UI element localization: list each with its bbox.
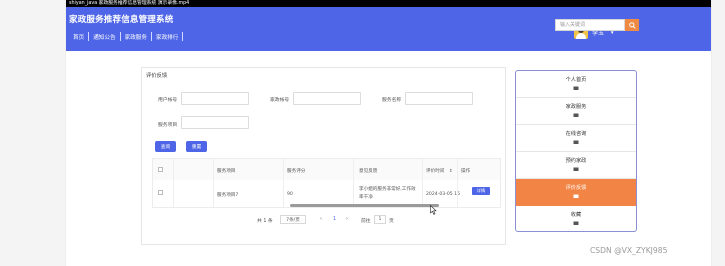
nav-menu: 首页 通知公告 家政服务 家政排行 bbox=[69, 32, 184, 41]
page-suffix: 页 bbox=[389, 219, 394, 224]
column-header: 服务评分 bbox=[287, 169, 306, 174]
user-account-input[interactable] bbox=[181, 92, 249, 105]
side-item-label: 预约家政 bbox=[565, 158, 587, 164]
cell-score: 90 bbox=[287, 192, 293, 197]
column-divider bbox=[353, 159, 354, 207]
domestic-account-input[interactable] bbox=[293, 92, 361, 105]
nav-ranking[interactable]: 家政排行 bbox=[152, 33, 182, 41]
column-divider bbox=[213, 159, 214, 207]
cell-service-item: 服务项目7 bbox=[217, 193, 239, 198]
evaluation-panel: 评价反馈 用户帐号 家政帐号 服务名称 服务项目 查询 重置 服务项目 服务评分… bbox=[141, 67, 506, 245]
mouse-cursor-icon bbox=[430, 205, 437, 215]
goto-label: 前往 bbox=[361, 219, 371, 224]
search-input[interactable]: 输入关键词 bbox=[555, 19, 625, 31]
select-all-checkbox[interactable] bbox=[158, 167, 163, 172]
side-item-booking[interactable]: 预约家政 bbox=[516, 152, 636, 179]
feedback-table: 服务项目 服务评分 意见反馈 评价时间 ⇕ 操作 服务项目7 90 李小姐的服务… bbox=[152, 158, 501, 208]
side-item-label: 评价反馈 bbox=[565, 185, 587, 191]
side-item-label: 家政服务 bbox=[565, 104, 587, 110]
detail-button[interactable]: 详情 bbox=[472, 187, 490, 195]
next-page-button[interactable]: › bbox=[346, 217, 348, 222]
side-item-label: 个人首页 bbox=[565, 77, 587, 83]
nav-notice[interactable]: 通知公告 bbox=[89, 33, 119, 41]
goto-page-input[interactable]: 1 bbox=[374, 215, 386, 224]
service-icon bbox=[573, 113, 579, 117]
side-item-domestic-service[interactable]: 家政服务 bbox=[516, 98, 636, 125]
current-page[interactable]: 1 bbox=[333, 217, 336, 222]
reset-button[interactable]: 重置 bbox=[186, 141, 207, 152]
nav-domestic-service[interactable]: 家政服务 bbox=[121, 33, 151, 41]
system-title: 家政服务推荐信息管理系统 bbox=[69, 15, 174, 25]
cell-feedback-line1: 李小姐的服务非常好,工作效 bbox=[359, 187, 416, 192]
column-divider bbox=[173, 159, 174, 207]
column-divider bbox=[422, 159, 423, 207]
search-icon bbox=[628, 21, 636, 29]
cell-feedback-line2: 率干净 bbox=[359, 195, 373, 200]
nav-home[interactable]: 首页 bbox=[69, 33, 88, 41]
video-overlay-title: shiyan_java 家政服务推荐信息管理系统 演示录像.mp4 bbox=[66, 0, 711, 7]
prev-page-button[interactable]: ‹ bbox=[320, 217, 322, 222]
side-item-feedback[interactable]: 评价反馈 bbox=[516, 179, 636, 206]
sort-icon[interactable]: ⇕ bbox=[449, 168, 453, 173]
table-header-row: 服务项目 服务评分 意见反馈 评价时间 ⇕ 操作 bbox=[153, 159, 500, 181]
column-header: 服务项目 bbox=[217, 169, 236, 174]
column-divider bbox=[457, 159, 458, 207]
service-item-label: 服务项目 bbox=[158, 123, 178, 128]
user-account-label: 用户帐号 bbox=[158, 98, 178, 103]
service-item-input[interactable] bbox=[181, 116, 249, 129]
column-header: 操作 bbox=[461, 169, 471, 174]
page-size-select[interactable]: 7条/页 bbox=[280, 215, 306, 224]
service-name-label: 服务名称 bbox=[382, 98, 402, 103]
service-name-input[interactable] bbox=[405, 92, 473, 105]
search-button[interactable] bbox=[625, 19, 639, 31]
consult-icon bbox=[573, 140, 579, 144]
side-item-label: 收藏 bbox=[570, 212, 582, 218]
pagination-total: 共 1 条 bbox=[257, 219, 273, 224]
feedback-icon bbox=[573, 194, 579, 198]
side-item-personal-home[interactable]: 个人首页 bbox=[516, 71, 636, 98]
cell-time: 2024-03-05 15 bbox=[426, 192, 461, 197]
horizontal-scrollbar[interactable] bbox=[290, 204, 439, 207]
search-submit-button[interactable]: 查询 bbox=[155, 141, 176, 152]
nav-divider bbox=[182, 32, 184, 41]
column-divider bbox=[283, 159, 284, 207]
side-item-online-consult[interactable]: 在线咨询 bbox=[516, 125, 636, 152]
csdn-watermark: CSDN @VX_ZYKJ985 bbox=[590, 246, 668, 255]
booking-icon bbox=[573, 167, 579, 171]
side-item-favorites[interactable]: 收藏 bbox=[516, 206, 636, 231]
panel-title: 评价反馈 bbox=[146, 73, 168, 79]
column-header[interactable]: 评价时间 bbox=[426, 168, 444, 174]
favorite-icon bbox=[573, 221, 579, 225]
column-header: 意见反馈 bbox=[359, 169, 378, 174]
side-menu: 个人首页 家政服务 在线咨询 预约家政 评价反馈 收藏 bbox=[515, 70, 637, 232]
home-icon bbox=[573, 86, 579, 90]
row-checkbox[interactable] bbox=[158, 190, 163, 195]
side-item-label: 在线咨询 bbox=[565, 131, 587, 137]
domestic-account-label: 家政帐号 bbox=[270, 98, 290, 103]
